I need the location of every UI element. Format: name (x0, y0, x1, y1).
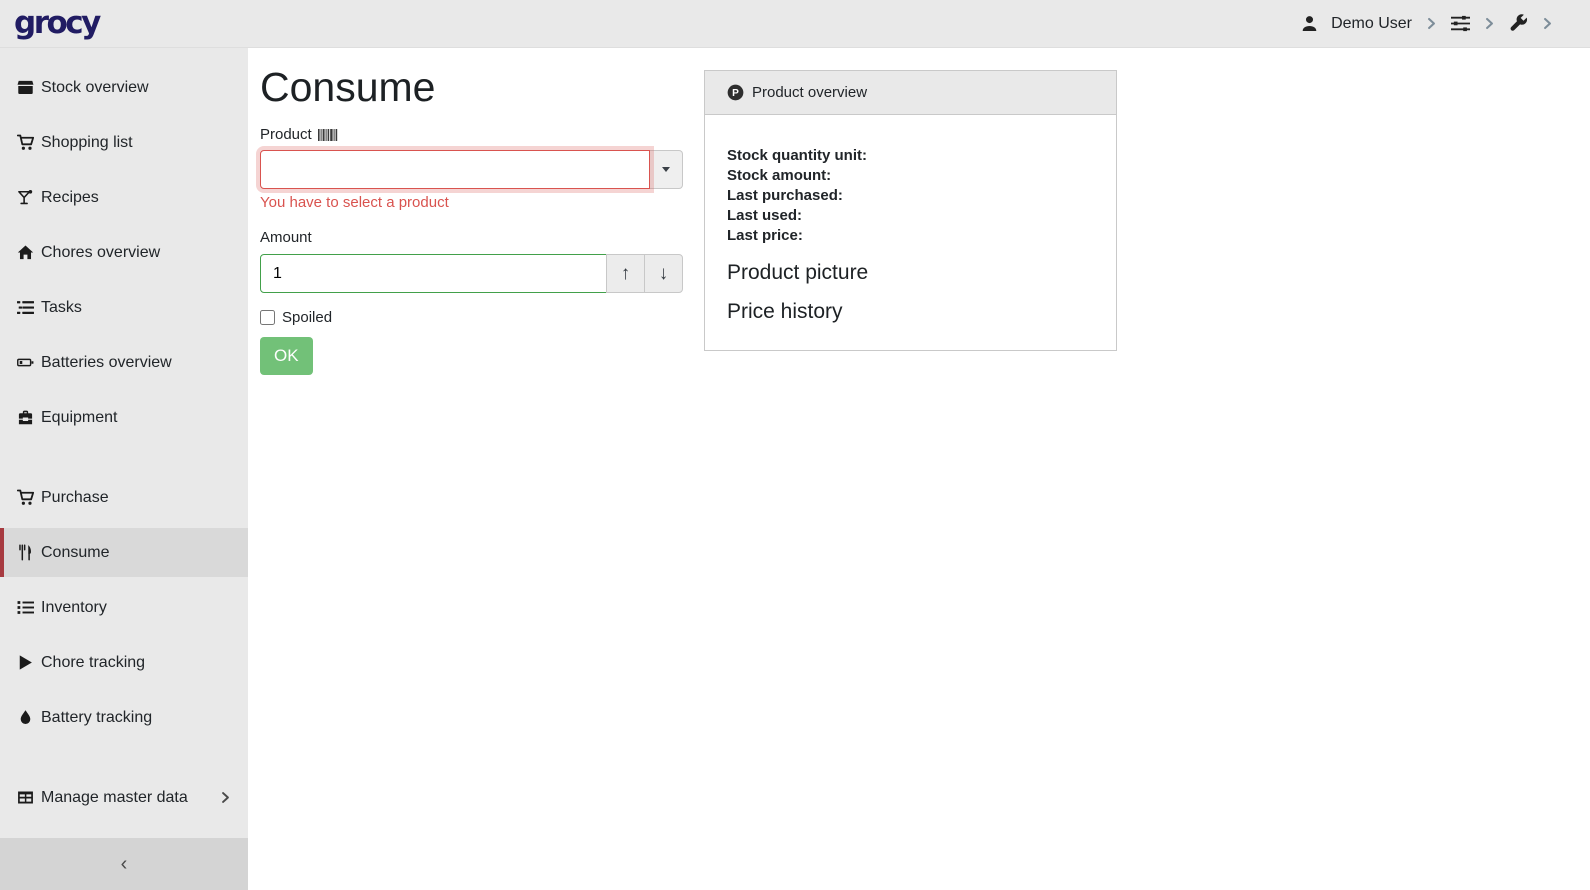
nav-group-divider (0, 748, 248, 773)
sidebar-nav: Stock overview Shopping list Recipes Cho… (0, 48, 248, 890)
last-purchased-label: Last purchased: (727, 186, 1094, 206)
product-overview-body: Stock quantity unit: Stock amount: Last … (705, 115, 1116, 344)
sidebar-item-recipes[interactable]: Recipes (0, 173, 248, 222)
wrench-icon[interactable] (1509, 14, 1528, 33)
page-title: Consume (260, 64, 435, 111)
sidebar-item-label: Tasks (41, 299, 82, 317)
product-overview-header: P Product overview (705, 71, 1116, 115)
sidebar-item-label: Chores overview (41, 244, 160, 262)
product-input[interactable] (260, 150, 650, 189)
chevron-right-icon[interactable] (1425, 17, 1438, 30)
user-menu[interactable]: Demo User (1331, 15, 1412, 33)
amount-increase-button[interactable]: ↑ (606, 254, 645, 293)
sidebar-item-chore-tracking[interactable]: Chore tracking (0, 638, 248, 687)
droplet-icon (16, 709, 34, 727)
stock-amount-label: Stock amount: (727, 166, 1094, 186)
user-icon (1301, 15, 1318, 32)
amount-input[interactable] (260, 254, 607, 293)
caret-down-icon (662, 167, 670, 172)
sidebar-item-label: Batteries overview (41, 354, 172, 372)
header-actions: Demo User (1301, 14, 1554, 33)
cocktail-icon (16, 189, 34, 207)
chevron-right-icon[interactable] (1483, 17, 1496, 30)
grocy-logo[interactable]: grocy (14, 8, 99, 39)
spoiled-row: Spoiled (260, 309, 332, 326)
sidebar-item-label: Manage master data (41, 789, 188, 807)
sliders-icon[interactable] (1451, 14, 1470, 33)
sidebar-item-label: Battery tracking (41, 709, 152, 727)
sidebar-collapse-button[interactable]: ‹ (0, 838, 248, 890)
sidebar-item-label: Recipes (41, 189, 99, 207)
sidebar-item-label: Inventory (41, 599, 107, 617)
chevron-left-icon: ‹ (121, 853, 128, 876)
utensils-icon (16, 544, 34, 562)
box-icon (16, 79, 34, 97)
home-icon (16, 244, 34, 262)
amount-input-group: ↑ ↓ (260, 254, 683, 293)
sidebar-item-manage-master-data[interactable]: Manage master data (0, 773, 248, 822)
tasks-icon (16, 299, 34, 317)
product-overview-title: Product overview (752, 84, 867, 101)
toolbox-icon (16, 409, 34, 427)
sidebar-item-batteries-overview[interactable]: Batteries overview (0, 338, 248, 387)
play-icon (16, 654, 34, 672)
sidebar-item-shopping-list[interactable]: Shopping list (0, 118, 248, 167)
amount-decrease-button[interactable]: ↓ (644, 254, 683, 293)
shopping-cart-icon (16, 134, 34, 152)
table-icon (16, 789, 34, 807)
product-label: Product (260, 126, 338, 143)
last-price-label: Last price: (727, 226, 1094, 246)
arrow-down-icon: ↓ (659, 263, 669, 285)
sidebar-item-purchase[interactable]: Purchase (0, 473, 248, 522)
arrow-up-icon: ↑ (621, 263, 631, 285)
top-header-bar: grocy Demo User (0, 0, 1590, 48)
barcode-icon (318, 128, 338, 142)
sidebar-item-equipment[interactable]: Equipment (0, 393, 248, 442)
main-content: Consume Product You have to select a pro… (248, 48, 1590, 890)
sidebar-item-label: Stock overview (41, 79, 149, 97)
nav-group-divider (0, 448, 248, 473)
sidebar-item-inventory[interactable]: Inventory (0, 583, 248, 632)
sidebar-item-consume[interactable]: Consume (0, 528, 248, 577)
product-dropdown-button[interactable] (650, 150, 683, 189)
product-input-group (260, 150, 683, 189)
sidebar-item-tasks[interactable]: Tasks (0, 283, 248, 332)
product-circle-icon: P (727, 84, 744, 101)
price-history-heading: Price history (727, 300, 1094, 324)
chevron-right-icon (219, 791, 232, 804)
sidebar-item-chores-overview[interactable]: Chores overview (0, 228, 248, 277)
product-error-message: You have to select a product (260, 194, 449, 211)
sidebar-item-label: Consume (41, 544, 109, 562)
ok-button[interactable]: OK (260, 337, 313, 375)
list-icon (16, 599, 34, 617)
sidebar-item-label: Shopping list (41, 134, 133, 152)
spoiled-checkbox[interactable] (260, 310, 275, 325)
last-used-label: Last used: (727, 206, 1094, 226)
chevron-right-icon[interactable] (1541, 17, 1554, 30)
svg-text:P: P (732, 88, 739, 99)
stock-quantity-unit-label: Stock quantity unit: (727, 146, 1094, 166)
sidebar-item-stock-overview[interactable]: Stock overview (0, 63, 248, 112)
sidebar-item-label: Chore tracking (41, 654, 145, 672)
spoiled-label: Spoiled (282, 309, 332, 326)
product-overview-card: P Product overview Stock quantity unit: … (704, 70, 1117, 351)
amount-label: Amount (260, 229, 312, 246)
sidebar-item-battery-tracking[interactable]: Battery tracking (0, 693, 248, 742)
shopping-cart-icon (16, 489, 34, 507)
sidebar-item-label: Equipment (41, 409, 118, 427)
battery-icon (16, 354, 34, 372)
sidebar-item-label: Purchase (41, 489, 109, 507)
product-picture-heading: Product picture (727, 261, 1094, 285)
